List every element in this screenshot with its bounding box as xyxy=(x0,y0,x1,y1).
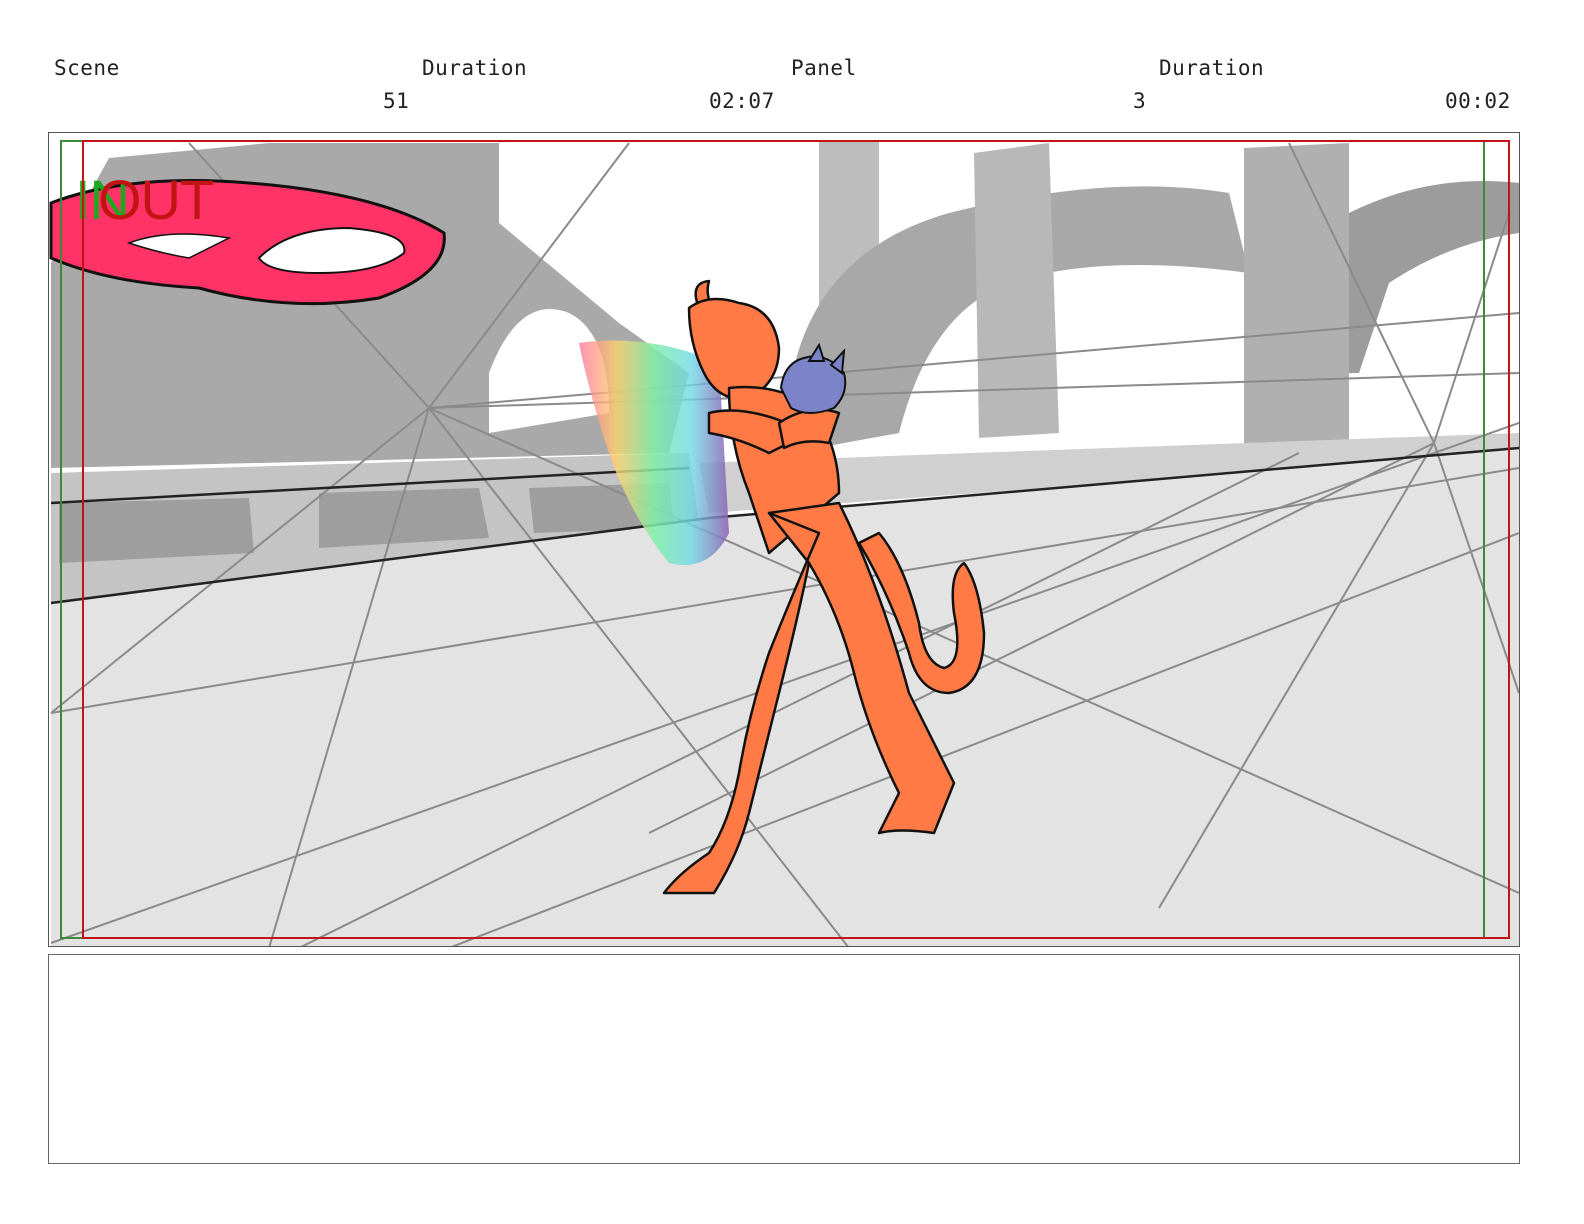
scene-duration-label: Duration xyxy=(422,56,528,80)
panel-notes-text xyxy=(49,955,1519,979)
scene-label: Scene xyxy=(54,56,120,80)
scene-duration: 02:07 xyxy=(709,89,775,113)
panel-notes-box[interactable] xyxy=(48,954,1520,1164)
panel-duration: 00:02 xyxy=(1445,89,1511,113)
panel-number: 3 xyxy=(1133,89,1147,113)
red-safe-area xyxy=(82,140,1510,939)
panel-duration-label: Duration xyxy=(1159,56,1265,80)
scene-number: 51 xyxy=(383,89,410,113)
panel-label: Panel xyxy=(791,56,857,80)
